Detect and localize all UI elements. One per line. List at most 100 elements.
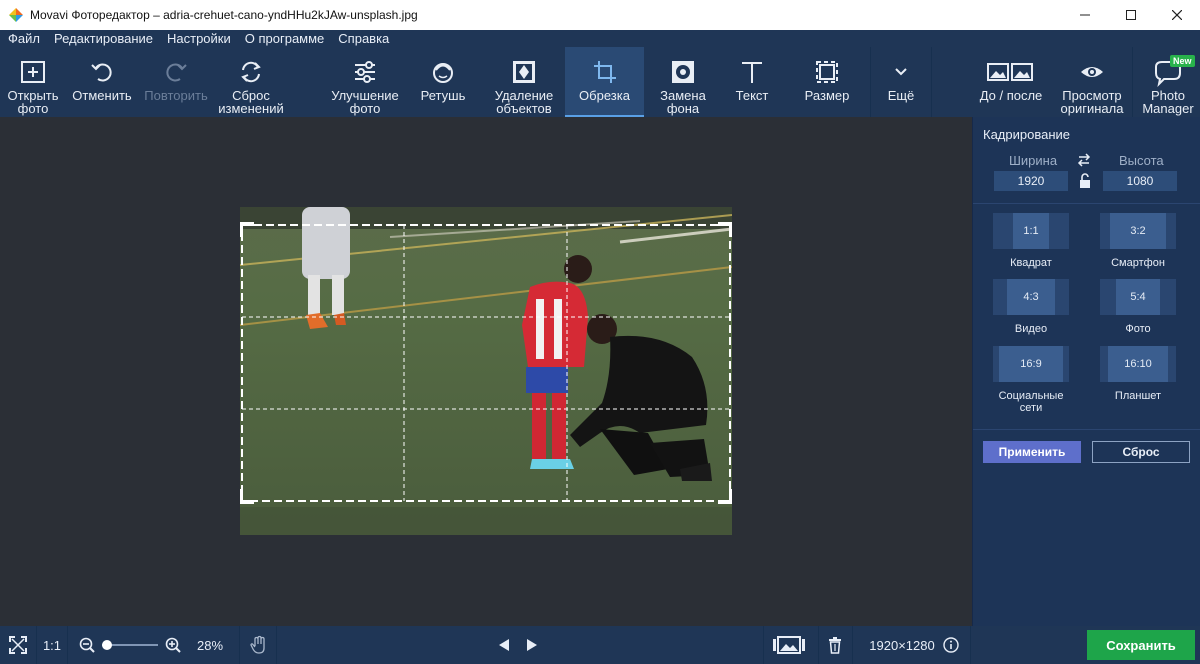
fit-screen-button[interactable]: [0, 626, 36, 664]
redo-icon: [166, 63, 187, 82]
retouch-button[interactable]: Ретушь: [408, 47, 478, 117]
crop-handle-tr: [718, 222, 732, 237]
zoom-out-button[interactable]: [76, 626, 98, 664]
ratio-1-1-button[interactable]: 1:1 Квадрат: [993, 213, 1069, 269]
image-canvas[interactable]: [0, 117, 972, 626]
preview-original-button[interactable]: Просмотр оригинала: [1056, 47, 1128, 117]
menu-help[interactable]: Справка: [338, 31, 389, 46]
remove-objects-button[interactable]: Удаление объектов: [486, 47, 562, 117]
zoom-out-icon: [79, 637, 95, 653]
status-bar: 1:1 28% 1920×1280 Сохранить: [0, 626, 1200, 664]
status-separator: [239, 626, 240, 664]
photo-preview: [240, 207, 732, 535]
crop-settings-panel: Кадрирование Ширина Высота 1920 1080 1:1…: [972, 117, 1200, 626]
info-button[interactable]: [942, 626, 960, 664]
lock-icon[interactable]: [1078, 173, 1092, 189]
resize-icon: [816, 61, 838, 83]
crop-handle-tl: [240, 222, 254, 237]
expand-icon: [9, 636, 27, 654]
divider: [973, 203, 1200, 204]
photo-manager-button[interactable]: New Photo Manager: [1136, 47, 1200, 117]
minimize-button[interactable]: [1062, 0, 1108, 30]
next-image-button[interactable]: [522, 626, 542, 664]
height-label: Высота: [1119, 153, 1164, 168]
crop-tool-button[interactable]: Обрезка: [565, 47, 644, 117]
more-button[interactable]: Ещё: [871, 47, 931, 117]
image-dimensions: 1920×1280: [869, 637, 935, 653]
open-photo-button[interactable]: Открыть фото: [0, 47, 66, 117]
zoom-in-button[interactable]: [162, 626, 184, 664]
toolbar-separator: [931, 47, 932, 117]
menu-bar: Файл Редактирование Настройки О программ…: [0, 30, 1200, 47]
status-separator: [276, 626, 277, 664]
menu-file[interactable]: Файл: [8, 31, 40, 46]
toolbar: Открыть фото Отменить Повторить Сброс из…: [0, 47, 1200, 117]
eye-icon: [1081, 67, 1103, 77]
panel-title: Кадрирование: [983, 127, 1071, 142]
width-field[interactable]: 1920: [994, 171, 1068, 191]
app-logo-icon: [9, 8, 23, 22]
zoom-in-icon: [165, 637, 181, 653]
reset-icon: [241, 61, 261, 83]
triangle-right-icon: [527, 639, 537, 651]
swap-icon[interactable]: [1077, 153, 1091, 167]
redo-button[interactable]: Повторить: [140, 47, 212, 117]
triangle-left-icon: [499, 639, 509, 651]
hand-icon: [250, 635, 265, 654]
remove-objects-icon: [513, 61, 535, 83]
ratio-16-10-button[interactable]: 16:10 Планшет: [1100, 346, 1176, 402]
save-button[interactable]: Сохранить: [1087, 630, 1195, 660]
trash-icon: [829, 637, 841, 654]
open-photo-icon: [21, 61, 45, 83]
maximize-icon: [1126, 10, 1136, 20]
pan-tool-button[interactable]: [244, 626, 274, 664]
reset-changes-button[interactable]: Сброс изменений: [212, 47, 290, 117]
ratio-3-2-button[interactable]: 3:2 Смартфон: [1100, 213, 1176, 269]
title-bar: Movavi Фоторедактор – adria-crehuet-cano…: [0, 0, 1200, 30]
status-separator: [852, 626, 853, 664]
apply-button[interactable]: Применить: [983, 441, 1081, 463]
menu-settings[interactable]: Настройки: [167, 31, 231, 46]
filmstrip-button[interactable]: [768, 626, 810, 664]
face-icon: [433, 63, 453, 83]
status-separator: [970, 626, 971, 664]
reset-button[interactable]: Сброс: [1092, 441, 1190, 463]
sliders-icon: [355, 61, 375, 83]
zoom-level: 28%: [196, 637, 224, 653]
divider: [973, 429, 1200, 430]
zoom-slider-handle: [102, 640, 112, 650]
text-tool-button[interactable]: Текст: [720, 47, 784, 117]
crop-handle-bl: [240, 489, 254, 504]
enhance-photo-button[interactable]: Улучшение фото: [326, 47, 404, 117]
previous-image-button[interactable]: [494, 626, 514, 664]
resize-button[interactable]: Размер: [790, 47, 864, 117]
filmstrip-icon: [773, 636, 805, 654]
before-after-icon: [987, 63, 1033, 81]
zoom-slider[interactable]: [100, 626, 160, 664]
undo-button[interactable]: Отменить: [68, 47, 136, 117]
text-icon: [742, 62, 762, 83]
before-after-button[interactable]: До / после: [976, 47, 1046, 117]
replace-background-button[interactable]: Замена фона: [648, 47, 718, 117]
ratio-4-3-button[interactable]: 4:3 Видео: [993, 279, 1069, 335]
crop-icon: [593, 61, 616, 83]
maximize-button[interactable]: [1108, 0, 1154, 30]
menu-edit[interactable]: Редактирование: [54, 31, 153, 46]
crop-handle-br: [718, 489, 732, 504]
menu-about[interactable]: О программе: [245, 31, 325, 46]
zoom-slider-track: [102, 640, 158, 650]
delete-button[interactable]: [822, 626, 848, 664]
status-separator: [818, 626, 819, 664]
ratio-16-9-button[interactable]: 16:9 Социальные сети: [993, 346, 1069, 414]
actual-size-button[interactable]: 1:1: [37, 626, 67, 664]
toolbar-separator: [1132, 47, 1133, 117]
undo-icon: [91, 63, 112, 82]
minimize-icon: [1080, 14, 1090, 16]
crop-frame[interactable]: [240, 207, 732, 535]
close-button[interactable]: [1154, 0, 1200, 30]
close-icon: [1172, 10, 1182, 20]
new-badge: New: [1170, 55, 1195, 67]
width-label: Ширина: [1009, 153, 1058, 168]
ratio-5-4-button[interactable]: 5:4 Фото: [1100, 279, 1176, 335]
height-field[interactable]: 1080: [1103, 171, 1177, 191]
